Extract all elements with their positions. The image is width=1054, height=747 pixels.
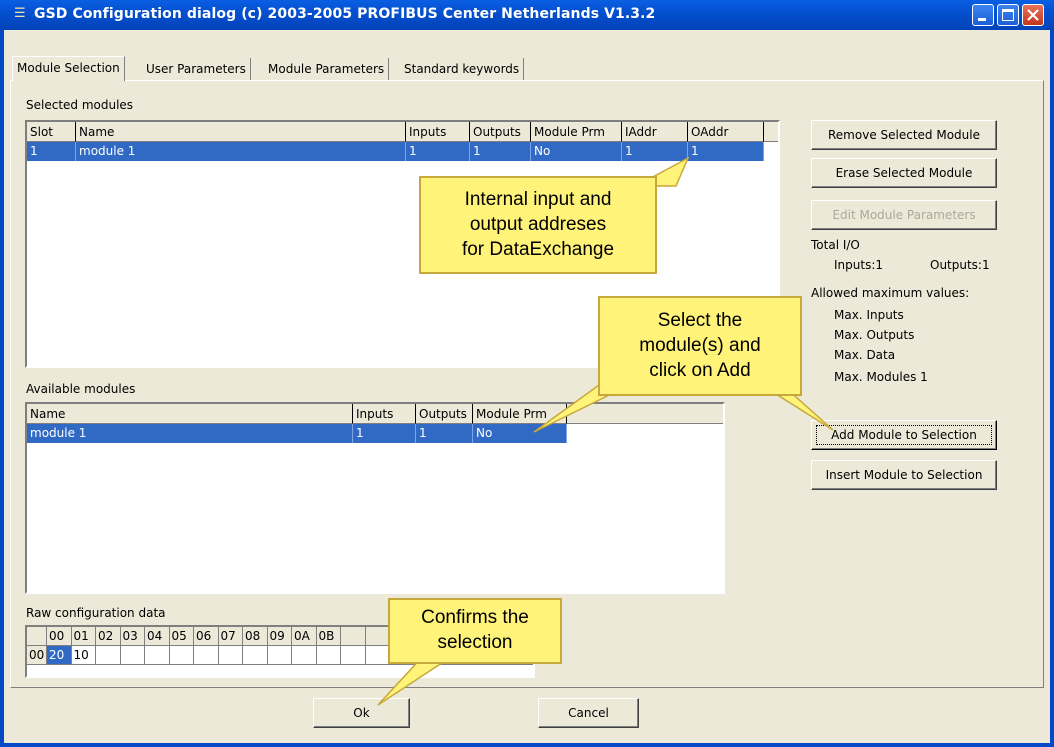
callout-line: Internal input and [464, 189, 612, 210]
callout-line: Confirms the [421, 607, 529, 628]
callout-line: module(s) and [639, 335, 761, 356]
addresses-callout: Internal input and output addreses for D… [419, 176, 657, 274]
dialog-window: ☰ GSD Configuration dialog (c) 2003-2005… [0, 0, 1054, 747]
callout-line: Select the [657, 310, 743, 331]
select-callout: Select the module(s) and click on Add [598, 296, 802, 396]
callout-line: output addreses [469, 214, 607, 235]
callout-line: click on Add [649, 360, 751, 381]
confirm-callout: Confirms the selection [388, 598, 562, 664]
callout-line: selection [437, 632, 513, 653]
callout-line: for DataExchange [461, 239, 615, 260]
